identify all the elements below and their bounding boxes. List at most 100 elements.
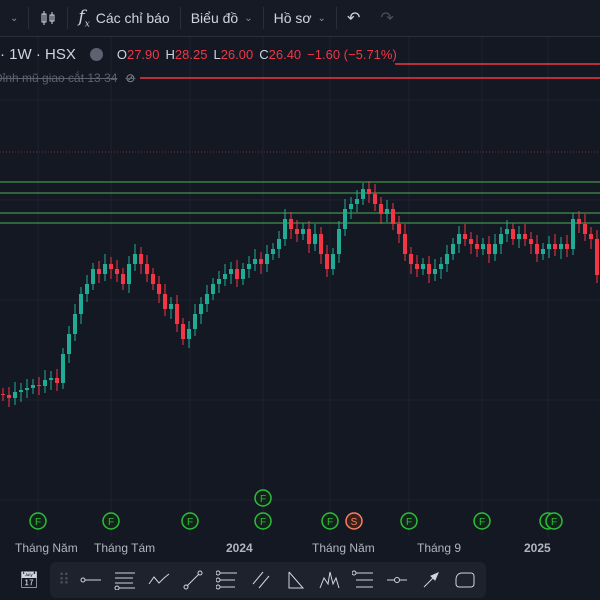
candle-body <box>109 264 113 269</box>
symbol-legend: · 1W · HSX O27.90 H28.25 L26.00 C26.40 −… <box>0 46 397 63</box>
indicator-legend[interactable]: Đỉnh mũ giao cắt 13 34 ⊘ <box>0 71 135 85</box>
candle-body <box>211 284 215 294</box>
calendar-icon: 📅︎ <box>18 572 40 589</box>
candle-body <box>367 189 371 194</box>
time-axis[interactable]: Tháng Năm Tháng Tám 2024 Tháng Năm Tháng… <box>0 537 600 559</box>
time-label: Tháng Năm <box>15 541 78 555</box>
fib-tool[interactable] <box>108 565 142 595</box>
candle-body <box>97 269 101 274</box>
triangle-tool[interactable] <box>278 565 312 595</box>
candle-body <box>139 254 143 264</box>
candle-body <box>487 244 491 254</box>
candle-body <box>187 329 191 339</box>
candle-body <box>343 209 347 229</box>
redo-button[interactable]: ↷ <box>370 0 403 36</box>
profile-dropdown[interactable]: Hồ sơ ⌄ <box>264 0 336 36</box>
horizontal-line-icon <box>80 577 101 583</box>
candle-body <box>451 244 455 254</box>
candle-body <box>163 294 167 309</box>
fib-levels-icon <box>114 572 135 590</box>
pattern-tool[interactable] <box>142 565 176 595</box>
candle-body <box>127 264 131 284</box>
price-line-tool[interactable] <box>380 565 414 595</box>
candle-body <box>325 254 329 269</box>
event-marker-label: F <box>260 494 266 505</box>
candle-body <box>457 234 461 244</box>
candle-body <box>73 314 77 334</box>
candle-body <box>49 378 53 380</box>
parallel-channel-tool[interactable] <box>244 565 278 595</box>
candle-body <box>19 390 23 392</box>
event-marker-label: F <box>187 517 193 528</box>
candle-body <box>565 244 569 249</box>
trend-line-tool[interactable] <box>176 565 210 595</box>
channel-tool[interactable] <box>210 565 244 595</box>
horizontal-ray-tool[interactable] <box>74 565 108 595</box>
candle-body <box>481 244 485 249</box>
candle-body <box>91 269 95 284</box>
candle-body <box>397 224 401 234</box>
indicators-button[interactable]: fx Các chỉ báo <box>68 0 179 36</box>
candle-body <box>439 264 443 269</box>
shape-tool[interactable] <box>448 565 482 595</box>
candle-body <box>337 229 341 254</box>
candle-body <box>361 189 365 199</box>
price-chart[interactable]: FFFFFFSFFFF <box>0 37 600 537</box>
change-value: −1.60 (−5.71%) <box>307 47 397 62</box>
undo-icon: ↶ <box>346 10 361 27</box>
interval-dropdown[interactable]: ⌄ <box>0 0 28 36</box>
time-label: Tháng 9 <box>417 541 462 555</box>
candle-body <box>205 294 209 304</box>
function-icon: fx <box>78 6 90 30</box>
event-marker-label: F <box>479 517 485 528</box>
event-marker-label: F <box>35 517 41 528</box>
eye-hidden-icon[interactable]: ⊘ <box>125 71 135 85</box>
candle-body <box>409 254 413 264</box>
zigzag-icon <box>148 573 170 585</box>
goto-date-button[interactable]: 📅︎ <box>12 565 46 595</box>
candle-body <box>445 254 449 264</box>
candle-body <box>247 264 251 269</box>
candle-body <box>31 385 35 388</box>
candle-body <box>253 259 257 264</box>
candles-icon <box>41 11 55 25</box>
chart-type-button[interactable] <box>29 0 67 36</box>
candle-body <box>379 204 383 214</box>
candle-body <box>463 234 467 239</box>
line-point-icon <box>387 577 407 583</box>
candle-body <box>271 249 275 254</box>
chart-label: Biểu đồ <box>190 10 239 26</box>
candle-body <box>553 244 557 249</box>
candle-body <box>547 244 551 249</box>
open-label: O <box>116 47 127 62</box>
time-label: 2024 <box>226 541 253 555</box>
undo-button[interactable]: ↶ <box>337 0 370 36</box>
indicator-name: Đỉnh mũ giao cắt 13 34 <box>0 71 118 85</box>
fib-extension-tool[interactable] <box>346 565 380 595</box>
drag-handle[interactable]: ⠿ <box>54 565 74 595</box>
candle-body <box>85 284 89 294</box>
elliott-wave-tool[interactable] <box>312 565 346 595</box>
candle-body <box>103 264 107 274</box>
chart-dropdown[interactable]: Biểu đồ ⌄ <box>181 0 263 36</box>
arrow-tool[interactable] <box>414 565 448 595</box>
candle-body <box>427 264 431 274</box>
candle-body <box>469 239 473 244</box>
candle-body <box>67 334 71 354</box>
collapse-icon[interactable] <box>89 48 103 61</box>
candle-body <box>559 244 563 249</box>
candle-body <box>7 395 11 398</box>
candle-body <box>199 304 203 314</box>
candle-body <box>511 229 515 239</box>
candle-body <box>577 219 581 224</box>
time-label: Tháng Tám <box>94 541 156 555</box>
time-label: 2025 <box>524 541 551 555</box>
candle-body <box>115 269 119 274</box>
candle-body <box>241 269 245 279</box>
candle-body <box>493 244 497 254</box>
candle-body <box>121 274 125 284</box>
candle-body <box>433 269 437 274</box>
candle-body <box>13 392 17 398</box>
candle-body <box>541 249 545 254</box>
event-marker-label: F <box>327 517 333 528</box>
